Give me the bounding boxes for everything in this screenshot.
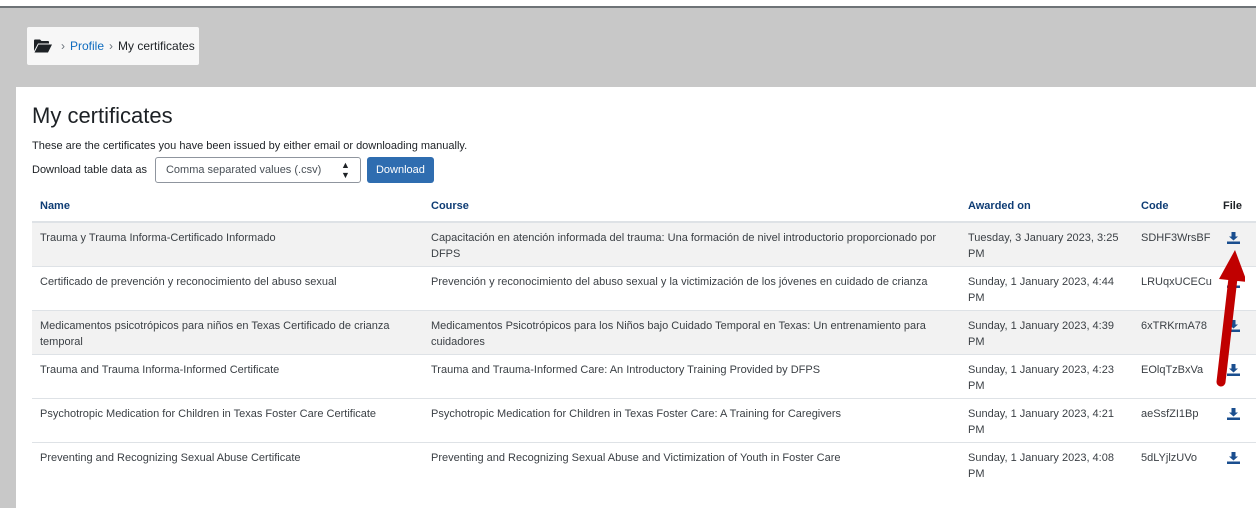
table-row: Psychotropic Medication for Children in … (32, 397, 1256, 442)
column-header-course[interactable]: Course (423, 191, 960, 223)
cell-awarded: Sunday, 1 January 2023, 4:44 PM (960, 265, 1133, 310)
cell-course: Prevención y reconocimiento del abuso se… (423, 265, 960, 310)
download-button[interactable]: Download (366, 157, 434, 183)
table-header-row: Name Course Awarded on Code File (32, 191, 1256, 223)
cell-code: 6xTRKrmA78 (1133, 309, 1215, 354)
download-icon[interactable] (1227, 407, 1240, 420)
column-header-file: File (1215, 191, 1256, 223)
breadcrumb-profile-link[interactable]: Profile (70, 39, 104, 53)
cell-code: 5dLYjlzUVo (1133, 441, 1215, 486)
cell-code: EOlqTzBxVa (1133, 353, 1215, 398)
cell-course: Trauma and Trauma-Informed Care: An Intr… (423, 353, 960, 398)
format-select[interactable]: Comma separated values (.csv) ▲ ▼ (154, 157, 361, 183)
breadcrumb: › Profile › My certificates (27, 27, 199, 65)
cell-file (1215, 441, 1256, 486)
cell-course: Psychotropic Medication for Children in … (423, 397, 960, 442)
cell-awarded: Sunday, 1 January 2023, 4:23 PM (960, 353, 1133, 398)
cell-code: SDHF3WrsBF (1133, 221, 1215, 266)
cell-name: Medicamentos psicotrópicos para niños en… (32, 309, 423, 354)
page-intro: These are the certificates you have been… (32, 140, 468, 152)
column-header-name[interactable]: Name (32, 191, 423, 223)
red-arrow-icon (1216, 250, 1245, 387)
cell-course: Medicamentos Psicotrópicos para los Niño… (423, 309, 960, 354)
breadcrumb-separator: › (109, 39, 114, 53)
table-row: Trauma and Trauma Informa-Informed Certi… (32, 353, 1256, 398)
cell-awarded: Sunday, 1 January 2023, 4:39 PM (960, 309, 1133, 354)
column-header-awarded[interactable]: Awarded on (960, 191, 1133, 223)
cell-code: aeSsfZI1Bp (1133, 397, 1215, 442)
download-controls: Download table data as Comma separated v… (32, 157, 434, 183)
cell-course: Preventing and Recognizing Sexual Abuse … (423, 441, 960, 486)
table-row: Trauma y Trauma Informa-Certificado Info… (32, 221, 1256, 266)
certificates-table: Name Course Awarded on Code File Trauma … (32, 191, 1256, 486)
cell-course: Capacitación en atención informada del t… (423, 221, 960, 266)
column-header-code[interactable]: Code (1133, 191, 1215, 223)
cell-name: Trauma y Trauma Informa-Certificado Info… (32, 221, 423, 266)
cell-name: Psychotropic Medication for Children in … (32, 397, 423, 442)
table-row: Preventing and Recognizing Sexual Abuse … (32, 441, 1256, 486)
table-row: Certificado de prevención y reconocimien… (32, 265, 1256, 310)
cell-file (1215, 397, 1256, 442)
cell-code: LRUqxUCECu (1133, 265, 1215, 310)
cell-name: Certificado de prevención y reconocimien… (32, 265, 423, 310)
main-card: My certificates These are the certificat… (16, 87, 1256, 508)
download-icon[interactable] (1227, 451, 1240, 464)
cell-name: Preventing and Recognizing Sexual Abuse … (32, 441, 423, 486)
select-caret-icon: ▲ ▼ (341, 160, 350, 180)
format-select-value: Comma separated values (.csv) (165, 164, 322, 176)
folder-open-icon[interactable] (34, 39, 52, 53)
breadcrumb-separator: › (61, 39, 65, 53)
download-label: Download table data as (32, 164, 147, 176)
download-icon[interactable] (1227, 232, 1240, 244)
table-row: Medicamentos psicotrópicos para niños en… (32, 309, 1256, 354)
cell-awarded: Tuesday, 3 January 2023, 3:25 PM (960, 221, 1133, 266)
page-title: My certificates (32, 103, 173, 128)
cell-awarded: Sunday, 1 January 2023, 4:08 PM (960, 441, 1133, 486)
cell-awarded: Sunday, 1 January 2023, 4:21 PM (960, 397, 1133, 442)
cell-name: Trauma and Trauma Informa-Informed Certi… (32, 353, 423, 398)
top-rule (0, 0, 1256, 8)
breadcrumb-current: My certificates (118, 39, 195, 53)
